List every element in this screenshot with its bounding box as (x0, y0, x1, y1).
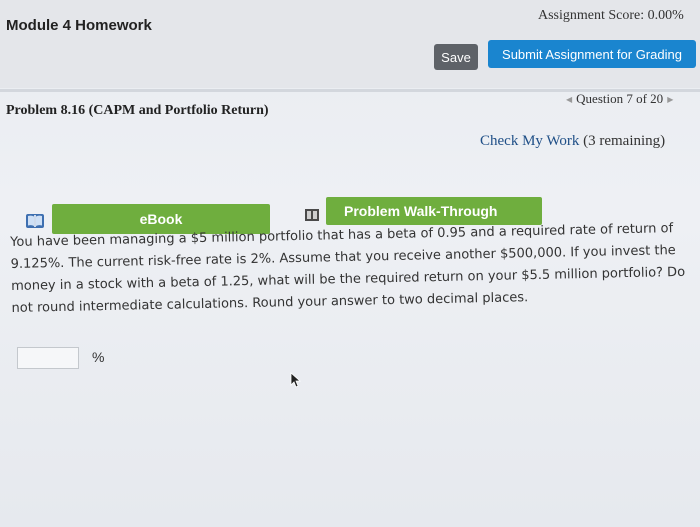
left-edge-decoration (0, 390, 6, 510)
walkthrough-icon (305, 209, 319, 221)
percent-unit: % (92, 349, 105, 365)
module-title: Module 4 Homework (6, 17, 152, 34)
check-my-work-label: Check My Work (480, 133, 580, 149)
mouse-cursor-icon (290, 372, 302, 388)
question-text: You have been managing a $5 million port… (10, 221, 686, 316)
submit-assignment-button[interactable]: Submit Assignment for Grading (488, 40, 696, 68)
question-position: Question 7 of 20 (576, 91, 664, 106)
problem-title: Problem 8.16 (CAPM and Portfolio Return) (6, 103, 269, 118)
answer-input[interactable] (17, 347, 79, 369)
homework-page: Module 4 Homework Assignment Score: 0.00… (0, 0, 700, 527)
chevron-left-icon[interactable]: ◀ (566, 95, 572, 104)
question-navigator: ◀ Question 7 of 20 ▶ (566, 91, 673, 107)
save-button[interactable]: Save (434, 44, 478, 70)
check-my-work-remaining: (3 remaining) (583, 133, 666, 149)
book-icon (26, 214, 44, 228)
check-my-work-link[interactable]: Check My Work (3 remaining) (480, 133, 665, 150)
chevron-right-icon[interactable]: ▶ (667, 95, 673, 104)
assignment-score: Assignment Score: 0.00% (538, 8, 684, 23)
